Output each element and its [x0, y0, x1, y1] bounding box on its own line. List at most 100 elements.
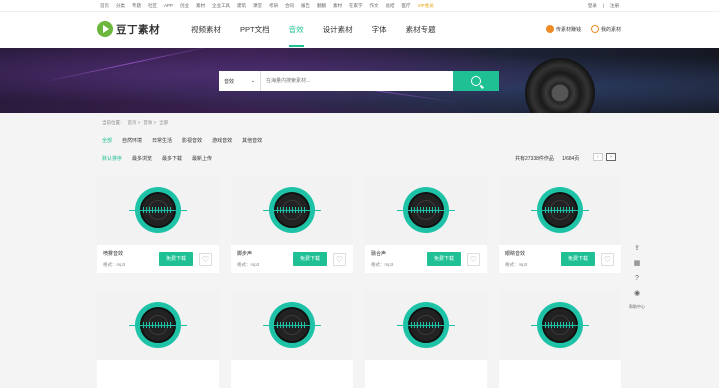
next-page-button[interactable]: › — [606, 153, 616, 161]
breadcrumb-item[interactable]: 首页 > — [128, 120, 141, 126]
question-icon[interactable]: ? — [632, 274, 642, 284]
category-tab[interactable]: 日常生活 — [152, 137, 172, 144]
sound-card[interactable] — [231, 290, 353, 388]
top-utility-bar: 首页 分类 专题 社区 APP 创业 素材 企业工具 建筑 课堂 考研 合同 报告 翻翻 素材 在家学 作文 总结… — [0, 0, 719, 12]
sound-cover[interactable] — [499, 175, 621, 245]
sound-card[interactable]: 脚步声 格式：mp3 免费下载 ♡ — [231, 175, 353, 273]
download-button[interactable]: 免费下载 — [159, 252, 193, 266]
qr-code-icon[interactable]: ▦ — [632, 259, 642, 269]
top-link[interactable]: 考研 — [269, 3, 278, 9]
sound-card[interactable] — [499, 290, 621, 388]
top-link[interactable]: 素材 — [333, 3, 342, 9]
breadcrumb: 当前位置： 首页 > 音效 > 全部 — [102, 120, 168, 126]
vinyl-record-decoration — [525, 58, 595, 113]
top-link[interactable]: 首页 — [100, 3, 109, 9]
top-link[interactable]: 课堂 — [253, 3, 262, 9]
logo[interactable]: 豆丁素材 — [97, 21, 160, 37]
logo-icon — [97, 21, 113, 37]
category-tab[interactable]: 全部 — [102, 137, 112, 144]
sound-cover[interactable] — [97, 175, 219, 245]
top-link[interactable]: 医疗 — [402, 3, 411, 9]
my-materials-button[interactable]: 我的素材 — [590, 25, 621, 33]
total-count: 共有27338件作品 — [515, 156, 554, 162]
search-input[interactable] — [261, 71, 453, 91]
sound-card[interactable] — [97, 290, 219, 388]
disc-icon — [397, 187, 455, 233]
sound-card[interactable]: 喷雾音效 格式：mp3 免费下载 ♡ — [97, 175, 219, 273]
waveform-icon — [129, 322, 187, 328]
sound-cover[interactable] — [365, 175, 487, 245]
sound-cover[interactable] — [231, 290, 353, 360]
top-link[interactable]: 在家学 — [349, 3, 363, 9]
upload-arrow-icon[interactable]: ⇪ — [632, 244, 642, 254]
breadcrumb-item[interactable]: 全部 — [159, 120, 168, 126]
top-link[interactable]: 社区 — [148, 3, 157, 9]
download-button[interactable]: 免费下载 — [427, 252, 461, 266]
category-tab[interactable]: 其他音效 — [242, 137, 262, 144]
sound-cover[interactable] — [365, 290, 487, 360]
sound-card[interactable] — [365, 290, 487, 388]
breadcrumb-item[interactable]: 音效 > — [143, 120, 156, 126]
search-category-label: 音效 — [224, 78, 235, 85]
top-link[interactable]: 作文 — [370, 3, 379, 9]
help-center-label[interactable]: 帮助中心 — [629, 304, 645, 309]
register-link[interactable]: 注册 — [610, 3, 619, 9]
category-filter: 全部 自然环境 日常生活 影视音效 游戏音效 其他音效 — [102, 137, 262, 144]
nav-item[interactable]: PPT文档 — [240, 12, 270, 48]
category-tab[interactable]: 影视音效 — [182, 137, 202, 144]
user-icon — [590, 25, 599, 33]
nav-item[interactable]: 视频素材 — [191, 12, 221, 48]
sound-cover[interactable] — [231, 175, 353, 245]
heart-icon[interactable]: ♡ — [199, 253, 212, 266]
heart-icon[interactable]: ♡ — [467, 253, 480, 266]
disc-icon — [263, 302, 321, 348]
sort-option[interactable]: 最多下载 — [162, 155, 182, 162]
sound-card[interactable]: 眼睛音效 格式：mp3 免费下载 ♡ — [499, 175, 621, 273]
search-icon — [471, 76, 481, 86]
sort-option[interactable]: 最新上传 — [192, 155, 212, 162]
top-link[interactable]: 建筑 — [237, 3, 246, 9]
help-icon[interactable]: ◉ — [632, 289, 642, 299]
category-tab[interactable]: 游戏音效 — [212, 137, 232, 144]
top-link[interactable]: 企业工具 — [212, 3, 230, 9]
nav-item[interactable]: 素材专题 — [406, 12, 436, 48]
divider: | — [602, 3, 604, 8]
login-link[interactable]: 登录 — [588, 3, 597, 9]
download-button[interactable]: 免费下载 — [561, 252, 595, 266]
sort-option[interactable]: 默认排序 — [102, 155, 122, 162]
sort-option[interactable]: 最多浏览 — [132, 155, 152, 162]
download-button[interactable]: 免费下载 — [293, 252, 327, 266]
nav-item[interactable]: 音效 — [288, 12, 304, 48]
page-indicator: 1/684页 — [561, 156, 580, 162]
result-count: 共有27338件作品 1/684页 — [515, 155, 579, 162]
search-button[interactable] — [453, 71, 499, 91]
top-links: 首页 分类 专题 社区 APP 创业 素材 企业工具 建筑 课堂 考研 合同 报告 翻翻 素材 在家学 作文 总结… — [100, 3, 434, 9]
vip-link[interactable]: VIP会员 — [418, 3, 434, 9]
sound-name: 脚步声 — [237, 251, 253, 257]
sound-cover[interactable] — [499, 290, 621, 360]
sound-cover[interactable] — [97, 290, 219, 360]
top-link[interactable]: 总结 — [386, 3, 395, 9]
top-link[interactable]: 创业 — [180, 3, 189, 9]
top-link[interactable]: 素材 — [196, 3, 205, 9]
prev-page-button[interactable]: ‹ — [593, 153, 603, 161]
upload-button[interactable]: 传素材赚钱 — [545, 25, 581, 33]
search-category-select[interactable]: 音效 ⌄ — [219, 71, 261, 91]
top-account-links: 登录 | 注册 — [588, 3, 619, 9]
top-link[interactable]: 专题 — [132, 3, 141, 9]
nav-item[interactable]: 设计素材 — [323, 12, 353, 48]
heart-icon[interactable]: ♡ — [333, 253, 346, 266]
sound-card[interactable]: 融合声 格式：mp3 免费下载 ♡ — [365, 175, 487, 273]
top-link[interactable]: 报告 — [301, 3, 310, 9]
nav-item[interactable]: 字体 — [372, 12, 387, 48]
upload-label: 传素材赚钱 — [555, 26, 581, 33]
category-tab[interactable]: 自然环境 — [122, 137, 142, 144]
top-link[interactable]: 翻翻 — [317, 3, 326, 9]
heart-icon[interactable]: ♡ — [601, 253, 614, 266]
top-link[interactable]: 合同 — [285, 3, 294, 9]
logo-text: 豆丁素材 — [116, 23, 160, 36]
banner-decoration — [41, 48, 219, 83]
top-link[interactable]: 分类 — [116, 3, 125, 9]
sort-options: 默认排序 最多浏览 最多下载 最新上传 — [102, 155, 212, 162]
top-link[interactable]: APP — [164, 3, 173, 9]
